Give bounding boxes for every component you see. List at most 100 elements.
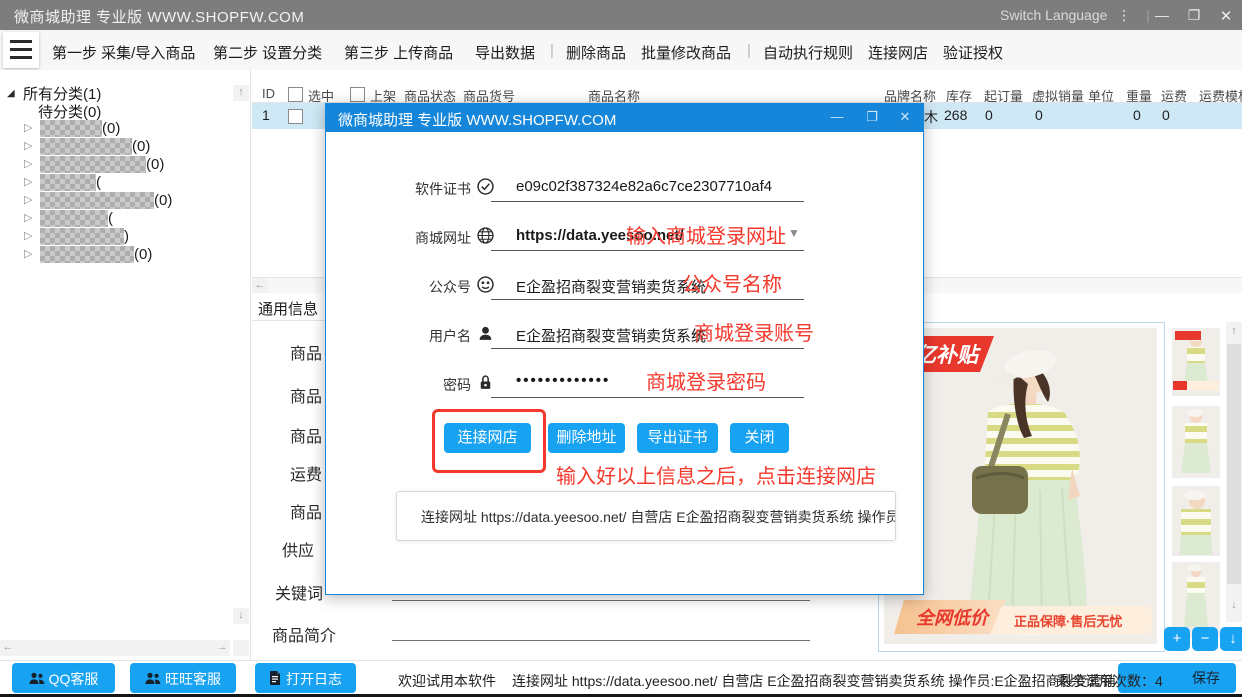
official-account-icon [477, 276, 494, 293]
tree-collapse-icon[interactable]: ▷ [24, 139, 32, 152]
connection-status-text: 连接网址 https://data.yeesoo.net/ 自营店 E企盈招商裂… [421, 507, 896, 527]
password-value[interactable]: ••••••••••••• [516, 372, 610, 389]
censored-text [40, 156, 146, 173]
censored-text [40, 120, 102, 137]
tree-collapse-icon[interactable]: ▷ [24, 121, 32, 134]
menu-item-step2[interactable]: 第二步 设置分类 [213, 42, 322, 63]
scroll-up-icon[interactable]: ↑ [233, 85, 249, 101]
select-all-checkbox[interactable] [288, 87, 303, 102]
field-label: 商品 [290, 499, 322, 523]
zoom-in-button[interactable]: + [1164, 627, 1190, 651]
censored-text [40, 192, 154, 209]
product-thumbnail[interactable] [1172, 486, 1220, 556]
tree-item-masked[interactable]: (0) [40, 120, 120, 138]
qq-service-button[interactable]: QQ客服 [12, 663, 115, 693]
menu-item-auto-rules[interactable]: 自动执行规则 [763, 42, 853, 63]
tree-collapse-icon[interactable]: ▷ [24, 229, 32, 242]
official-account-underline [491, 299, 804, 300]
user-icon [477, 325, 494, 342]
tree-collapse-icon[interactable]: ▷ [24, 211, 32, 224]
wangwang-service-button[interactable]: 旺旺客服 [130, 663, 236, 693]
dropdown-caret-icon[interactable]: ▼ [788, 226, 800, 240]
shop-url-underline [491, 250, 804, 251]
tree-collapse-icon[interactable]: ▷ [24, 193, 32, 206]
zoom-out-button[interactable]: − [1192, 627, 1218, 651]
maximize-icon[interactable]: ❐ [1182, 7, 1206, 24]
welcome-text: 欢迎试用本软件 [398, 671, 496, 691]
close-icon[interactable]: ✕ [894, 109, 916, 125]
connect-shop-dialog: 微商城助理 专业版 WWW.SHOPFW.COM — ❐ ✕ 软件证书 e09c… [325, 103, 924, 595]
maximize-icon[interactable]: ❐ [861, 109, 883, 125]
password-annotation: 商城登录密码 [646, 366, 766, 395]
shop-url-label: 商城网址 [389, 228, 471, 248]
scroll-down-icon[interactable]: ↓ [233, 608, 249, 624]
product-thumbnail[interactable] [1172, 406, 1220, 478]
official-account-value[interactable]: E企盈招商裂变营销卖货系统 [516, 276, 706, 297]
scroll-down-icon[interactable]: ↓ [1226, 598, 1242, 614]
onsale-all-checkbox[interactable] [350, 87, 365, 102]
description-input[interactable] [392, 640, 810, 641]
connection-status-box: 连接网址 https://data.yeesoo.net/ 自营店 E企盈招商裂… [396, 491, 896, 541]
tree-item-unclassified[interactable]: 待分类(0) [38, 101, 101, 122]
menu-item-batch-edit[interactable]: 批量修改商品 [641, 42, 731, 63]
scrollbar-corner [233, 640, 249, 656]
download-image-button[interactable]: ↓ [1220, 627, 1242, 651]
username-annotation: 商城登录账号 [694, 317, 814, 346]
trial-count-text: 剩余试用次数：4 [1057, 671, 1163, 691]
tree-item-masked[interactable]: (0) [40, 156, 164, 174]
product-image[interactable]: 百亿补贴 全网低价 正品保障·售后无忧 [884, 328, 1157, 644]
more-options-icon[interactable]: ⋮ [1112, 7, 1136, 24]
close-icon[interactable]: ✕ [1214, 7, 1238, 25]
row-stock: 268 [944, 107, 967, 123]
scrollbar-thumb[interactable] [1227, 344, 1241, 584]
hamburger-menu-icon[interactable] [3, 32, 39, 68]
tree-item-masked[interactable]: ( [40, 210, 113, 228]
tree-item-masked[interactable]: (0) [40, 192, 172, 210]
tab-general-info[interactable]: 通用信息 [258, 298, 318, 319]
scroll-right-icon[interactable]: → [214, 640, 230, 656]
certificate-underline [491, 201, 804, 202]
menu-item-delete[interactable]: 删除商品 [566, 42, 626, 63]
scroll-left-icon[interactable]: ← [252, 278, 268, 293]
globe-icon [477, 227, 494, 244]
dialog-title: 微商城助理 专业版 WWW.SHOPFW.COM [338, 109, 616, 130]
scroll-left-icon[interactable]: ← [0, 640, 16, 656]
scroll-up-icon[interactable]: ↑ [1226, 324, 1242, 340]
username-value[interactable]: E企盈招商裂变营销卖货系统 [516, 325, 706, 346]
switch-language-button[interactable]: Switch Language [1000, 7, 1107, 23]
minimize-icon[interactable]: — [1150, 7, 1174, 23]
tree-item-masked[interactable]: ) [40, 228, 129, 246]
menu-item-verify-auth[interactable]: 验证授权 [943, 42, 1003, 63]
row-select-checkbox[interactable] [288, 109, 303, 124]
tree-collapse-icon[interactable]: ▷ [24, 247, 32, 260]
close-dialog-button[interactable]: 关闭 [730, 423, 789, 453]
open-log-button[interactable]: 打开日志 [255, 663, 356, 693]
minimize-icon[interactable]: — [826, 109, 848, 124]
tree-item-masked[interactable]: ( [40, 174, 101, 192]
col-header-id[interactable]: ID [262, 86, 275, 101]
connect-shop-button[interactable]: 连接网店 [444, 423, 531, 453]
horizontal-scrollbar[interactable] [16, 640, 214, 656]
password-label: 密码 [389, 375, 471, 395]
menu-item-step1[interactable]: 第一步 采集/导入商品 [52, 42, 195, 63]
menu-item-export[interactable]: 导出数据 [475, 42, 535, 63]
people-icon [145, 672, 161, 685]
menu-separator: | [550, 42, 554, 59]
tree-expand-icon[interactable]: ◢ [7, 88, 15, 99]
censored-text [40, 138, 132, 155]
certificate-value[interactable]: e09c02f387324e82a6c7ce2307710af4 [516, 178, 772, 195]
tree-collapse-icon[interactable]: ▷ [24, 157, 32, 170]
keywords-input[interactable] [392, 600, 810, 601]
username-underline [491, 348, 804, 349]
row-weight: 0 [1133, 107, 1141, 123]
export-certificate-button[interactable]: 导出证书 [637, 423, 718, 453]
menu-item-step3[interactable]: 第三步 上传商品 [344, 42, 453, 63]
footer-bar: QQ客服 旺旺客服 打开日志 欢迎试用本软件 连接网址 https://data… [0, 660, 1242, 697]
delete-address-button[interactable]: 删除地址 [548, 423, 625, 453]
tree-item-masked[interactable]: (0) [40, 138, 150, 156]
tree-item-masked[interactable]: (0) [40, 246, 152, 264]
tree-collapse-icon[interactable]: ▷ [24, 175, 32, 188]
menu-item-connect-shop[interactable]: 连接网店 [868, 42, 928, 63]
field-label: 商品 [290, 383, 322, 407]
product-thumbnail[interactable] [1172, 328, 1220, 396]
